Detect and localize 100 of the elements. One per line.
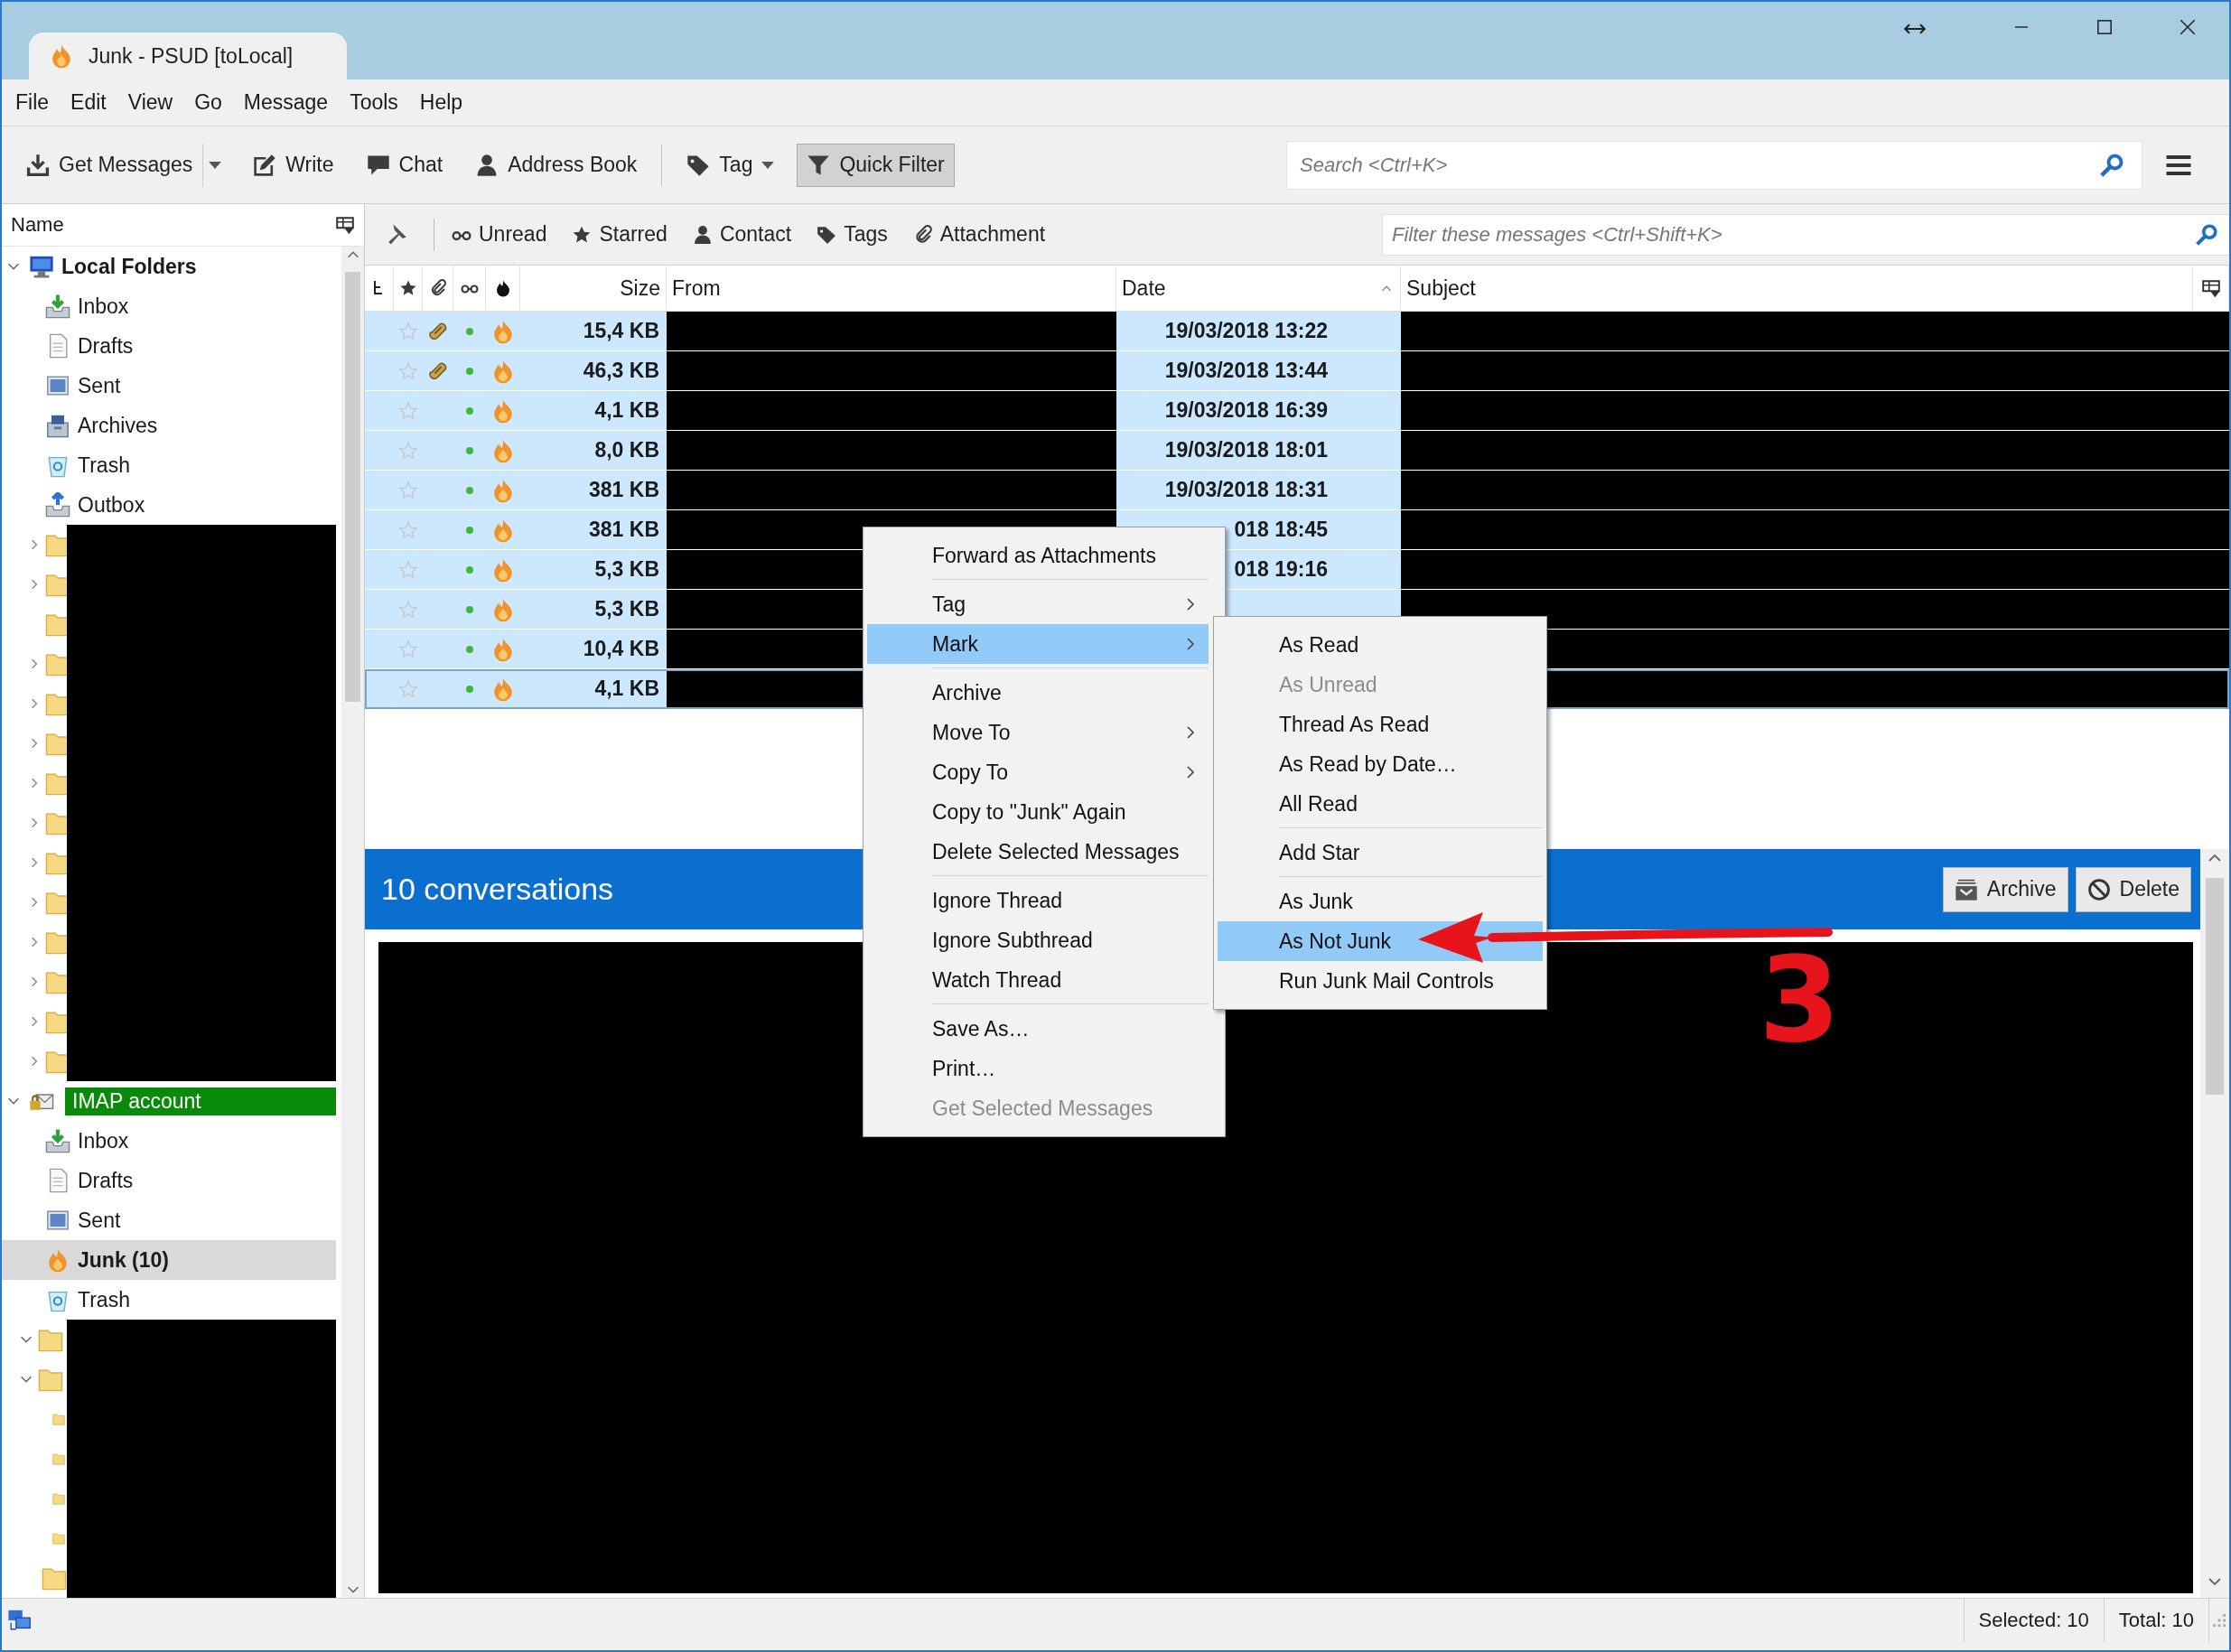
table-cell-text: 381 KB bbox=[588, 477, 660, 503]
toolbar-button[interactable]: Address Book bbox=[465, 143, 648, 187]
summary-title: 10 conversations bbox=[381, 872, 614, 907]
menu-item[interactable]: Archive bbox=[867, 673, 1209, 713]
folder-item[interactable]: Local Folders bbox=[2, 247, 336, 286]
star-icon[interactable] bbox=[397, 399, 419, 422]
toolbar-button[interactable]: Write bbox=[243, 143, 344, 187]
column-header[interactable]: From bbox=[667, 266, 1116, 311]
filter-toggle[interactable]: Attachment bbox=[904, 216, 1054, 253]
menu-item[interactable]: View bbox=[119, 85, 182, 120]
message-row[interactable]: 381 KB 19/03/2018 18:31 bbox=[365, 471, 2229, 510]
toolbar-button[interactable]: Tag bbox=[677, 143, 785, 187]
menu-item[interactable]: File bbox=[7, 85, 58, 120]
menu-item[interactable]: Add Star bbox=[1218, 833, 1543, 873]
column-header[interactable]: Subject bbox=[1401, 266, 2193, 311]
folder-icon bbox=[45, 492, 70, 518]
table-cell-text: 19/03/2018 13:44 bbox=[1163, 359, 1328, 383]
menu-item[interactable]: As Read by Date… bbox=[1218, 744, 1543, 784]
table-cell-text: 4,1 KB bbox=[593, 676, 660, 702]
connection-icon bbox=[7, 1608, 33, 1633]
toolbar-button[interactable]: Quick Filter bbox=[797, 143, 955, 187]
folder-icon bbox=[45, 294, 70, 319]
filter-toggle[interactable]: Tags bbox=[808, 216, 896, 253]
star-icon[interactable] bbox=[397, 598, 419, 621]
star-icon[interactable] bbox=[397, 320, 419, 342]
status-text: Total: 10 bbox=[2118, 1609, 2194, 1632]
menu-item[interactable]: Go bbox=[186, 85, 230, 120]
folder-item[interactable]: Trash bbox=[2, 445, 336, 485]
menu-item[interactable]: Ignore Thread bbox=[867, 881, 1209, 920]
menu-item[interactable]: Copy To bbox=[867, 752, 1209, 792]
menu-item[interactable]: Copy to "Junk" Again bbox=[867, 792, 1209, 832]
folder-item[interactable]: Sent bbox=[2, 366, 336, 406]
filter-field[interactable]: Filter these messages <Ctrl+Shift+K> bbox=[1382, 213, 2229, 256]
menu-item[interactable]: Watch Thread bbox=[867, 960, 1209, 1000]
star-icon[interactable] bbox=[397, 359, 419, 382]
menu-item[interactable]: Print… bbox=[867, 1049, 1209, 1088]
table-cell-text: 018 18:45 bbox=[1233, 518, 1328, 542]
pencil-icon bbox=[253, 153, 277, 177]
table-cell-text: 46,3 KB bbox=[582, 358, 660, 384]
menu-item[interactable]: Move To bbox=[867, 713, 1209, 752]
table-cell-text: 10,4 KB bbox=[582, 636, 660, 662]
folder-item[interactable]: Inbox bbox=[2, 1121, 336, 1161]
filter-toggle[interactable]: Contact bbox=[684, 216, 800, 253]
menu-item[interactable]: Run Junk Mail Controls bbox=[1218, 961, 1543, 1001]
filter-toggle[interactable]: Starred bbox=[564, 216, 676, 253]
menu-item[interactable]: All Read bbox=[1218, 784, 1543, 824]
folder-item[interactable]: Archives bbox=[2, 406, 336, 445]
summary-button[interactable]: Delete bbox=[2075, 866, 2191, 912]
window-tab[interactable]: Junk - PSUD [toLocal] bbox=[29, 33, 348, 79]
menu-item[interactable]: Tools bbox=[341, 85, 406, 120]
search-field[interactable]: Search <Ctrl+K> bbox=[1286, 140, 2142, 190]
summary-button[interactable]: Archive bbox=[1942, 866, 2068, 912]
menu-item[interactable]: As Junk bbox=[1218, 882, 1543, 921]
menu-item[interactable]: Save As… bbox=[867, 1009, 1209, 1049]
column-picker-icon[interactable] bbox=[335, 215, 355, 235]
star-icon[interactable] bbox=[398, 279, 417, 297]
folder-icon bbox=[45, 1128, 70, 1153]
message-row[interactable]: 46,3 KB 19/03/2018 13:44 bbox=[365, 351, 2229, 391]
minimize-icon bbox=[2014, 26, 2029, 28]
star-icon[interactable] bbox=[397, 479, 419, 501]
menu-item[interactable]: Ignore Subthread bbox=[867, 920, 1209, 960]
menu-item[interactable]: Message bbox=[235, 85, 337, 120]
star-icon[interactable] bbox=[397, 558, 419, 581]
download-icon bbox=[26, 153, 50, 177]
filter-toggle[interactable]: Unread bbox=[443, 216, 555, 253]
scrollbar-thumb[interactable] bbox=[2206, 878, 2224, 1095]
status-text: Selected: 10 bbox=[1978, 1609, 2089, 1632]
table-cell-text: 19/03/2018 13:22 bbox=[1163, 319, 1328, 343]
toolbar-button[interactable]: Chat bbox=[356, 143, 453, 187]
scrollbar-thumb[interactable] bbox=[345, 272, 360, 702]
star-icon[interactable] bbox=[397, 677, 419, 700]
toolbar-button[interactable]: Get Messages bbox=[16, 143, 203, 187]
maximize-icon bbox=[2095, 17, 2114, 37]
folder-item[interactable]: Outbox bbox=[2, 485, 336, 525]
folder-item[interactable]: Drafts bbox=[2, 326, 336, 366]
resize-grip-icon bbox=[2213, 1614, 2226, 1627]
message-row[interactable]: 15,4 KB 19/03/2018 13:22 bbox=[365, 312, 2229, 351]
menu-item[interactable]: Help bbox=[411, 85, 471, 120]
column-header[interactable]: Name bbox=[11, 213, 64, 237]
message-row[interactable]: 4,1 KB 19/03/2018 16:39 bbox=[365, 391, 2229, 431]
archive-box-icon bbox=[1954, 877, 1978, 901]
menu-item[interactable]: Thread As Read bbox=[1218, 705, 1543, 744]
folder-item[interactable]: Junk (10) bbox=[2, 1240, 336, 1280]
message-row[interactable]: 8,0 KB 19/03/2018 18:01 bbox=[365, 431, 2229, 471]
folder-item[interactable]: Inbox bbox=[2, 286, 336, 326]
star-icon[interactable] bbox=[397, 638, 419, 660]
menu-item[interactable]: Delete Selected Messages bbox=[867, 832, 1209, 872]
prohibited-icon bbox=[2086, 877, 2111, 901]
column-header[interactable]: Date bbox=[1116, 266, 1401, 311]
menu-item[interactable]: Edit bbox=[62, 85, 115, 120]
tag-icon bbox=[817, 224, 837, 245]
folder-item[interactable]: Trash bbox=[2, 1280, 336, 1320]
table-cell-text: 8,0 KB bbox=[593, 437, 660, 463]
folder-item[interactable]: Sent bbox=[2, 1200, 336, 1240]
star-icon[interactable] bbox=[397, 518, 419, 541]
folder-item[interactable]: Drafts bbox=[2, 1161, 336, 1200]
menu-item[interactable]: Mark bbox=[867, 624, 1209, 664]
column-picker-icon[interactable] bbox=[2200, 278, 2221, 298]
column-header[interactable]: Size bbox=[520, 266, 667, 311]
star-icon[interactable] bbox=[397, 439, 419, 462]
